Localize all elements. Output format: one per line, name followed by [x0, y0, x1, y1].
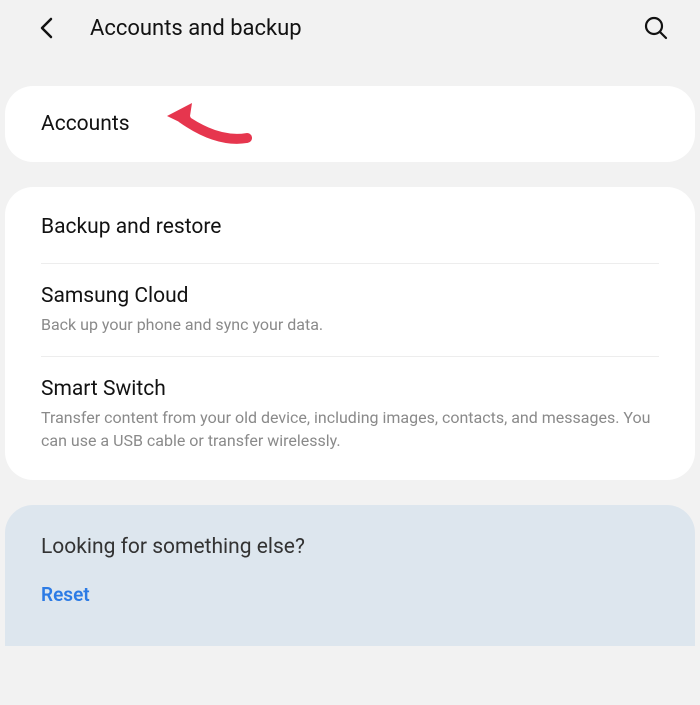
smart-switch-item[interactable]: Smart Switch Transfer content from your … [5, 357, 695, 480]
suggestion-title: Looking for something else? [41, 535, 659, 559]
reset-link[interactable]: Reset [41, 583, 659, 606]
samsung-cloud-subtitle: Back up your phone and sync your data. [41, 314, 659, 336]
samsung-cloud-item[interactable]: Samsung Cloud Back up your phone and syn… [5, 264, 695, 356]
suggestion-card: Looking for something else? Reset [5, 505, 695, 646]
backup-restore-title: Backup and restore [41, 215, 659, 239]
samsung-cloud-title: Samsung Cloud [41, 284, 659, 308]
page-title: Accounts and backup [90, 16, 642, 41]
smart-switch-title: Smart Switch [41, 377, 659, 401]
backup-card: Backup and restore Samsung Cloud Back up… [5, 187, 695, 480]
backup-restore-item[interactable]: Backup and restore [5, 187, 695, 263]
accounts-item[interactable]: Accounts [5, 86, 695, 162]
header: Accounts and backup [0, 0, 700, 56]
accounts-card: Accounts [5, 86, 695, 162]
back-icon[interactable] [36, 17, 58, 39]
search-icon[interactable] [642, 14, 670, 42]
accounts-title: Accounts [41, 112, 659, 136]
smart-switch-subtitle: Transfer content from your old device, i… [41, 407, 659, 452]
